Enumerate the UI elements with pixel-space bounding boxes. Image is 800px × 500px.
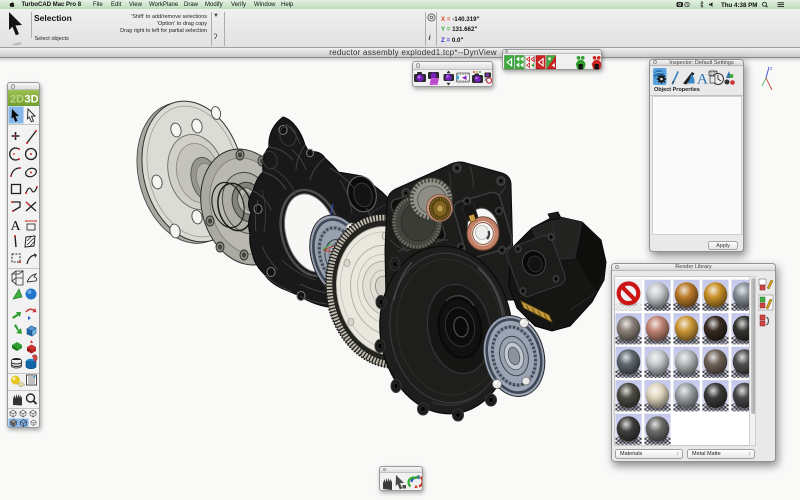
svg-text:3D: 3D [25,94,39,106]
svg-text:2D: 2D [10,94,24,106]
svg-text:z: z [770,66,773,72]
svg-text:A: A [697,71,708,86]
svg-text:A: A [11,219,22,234]
